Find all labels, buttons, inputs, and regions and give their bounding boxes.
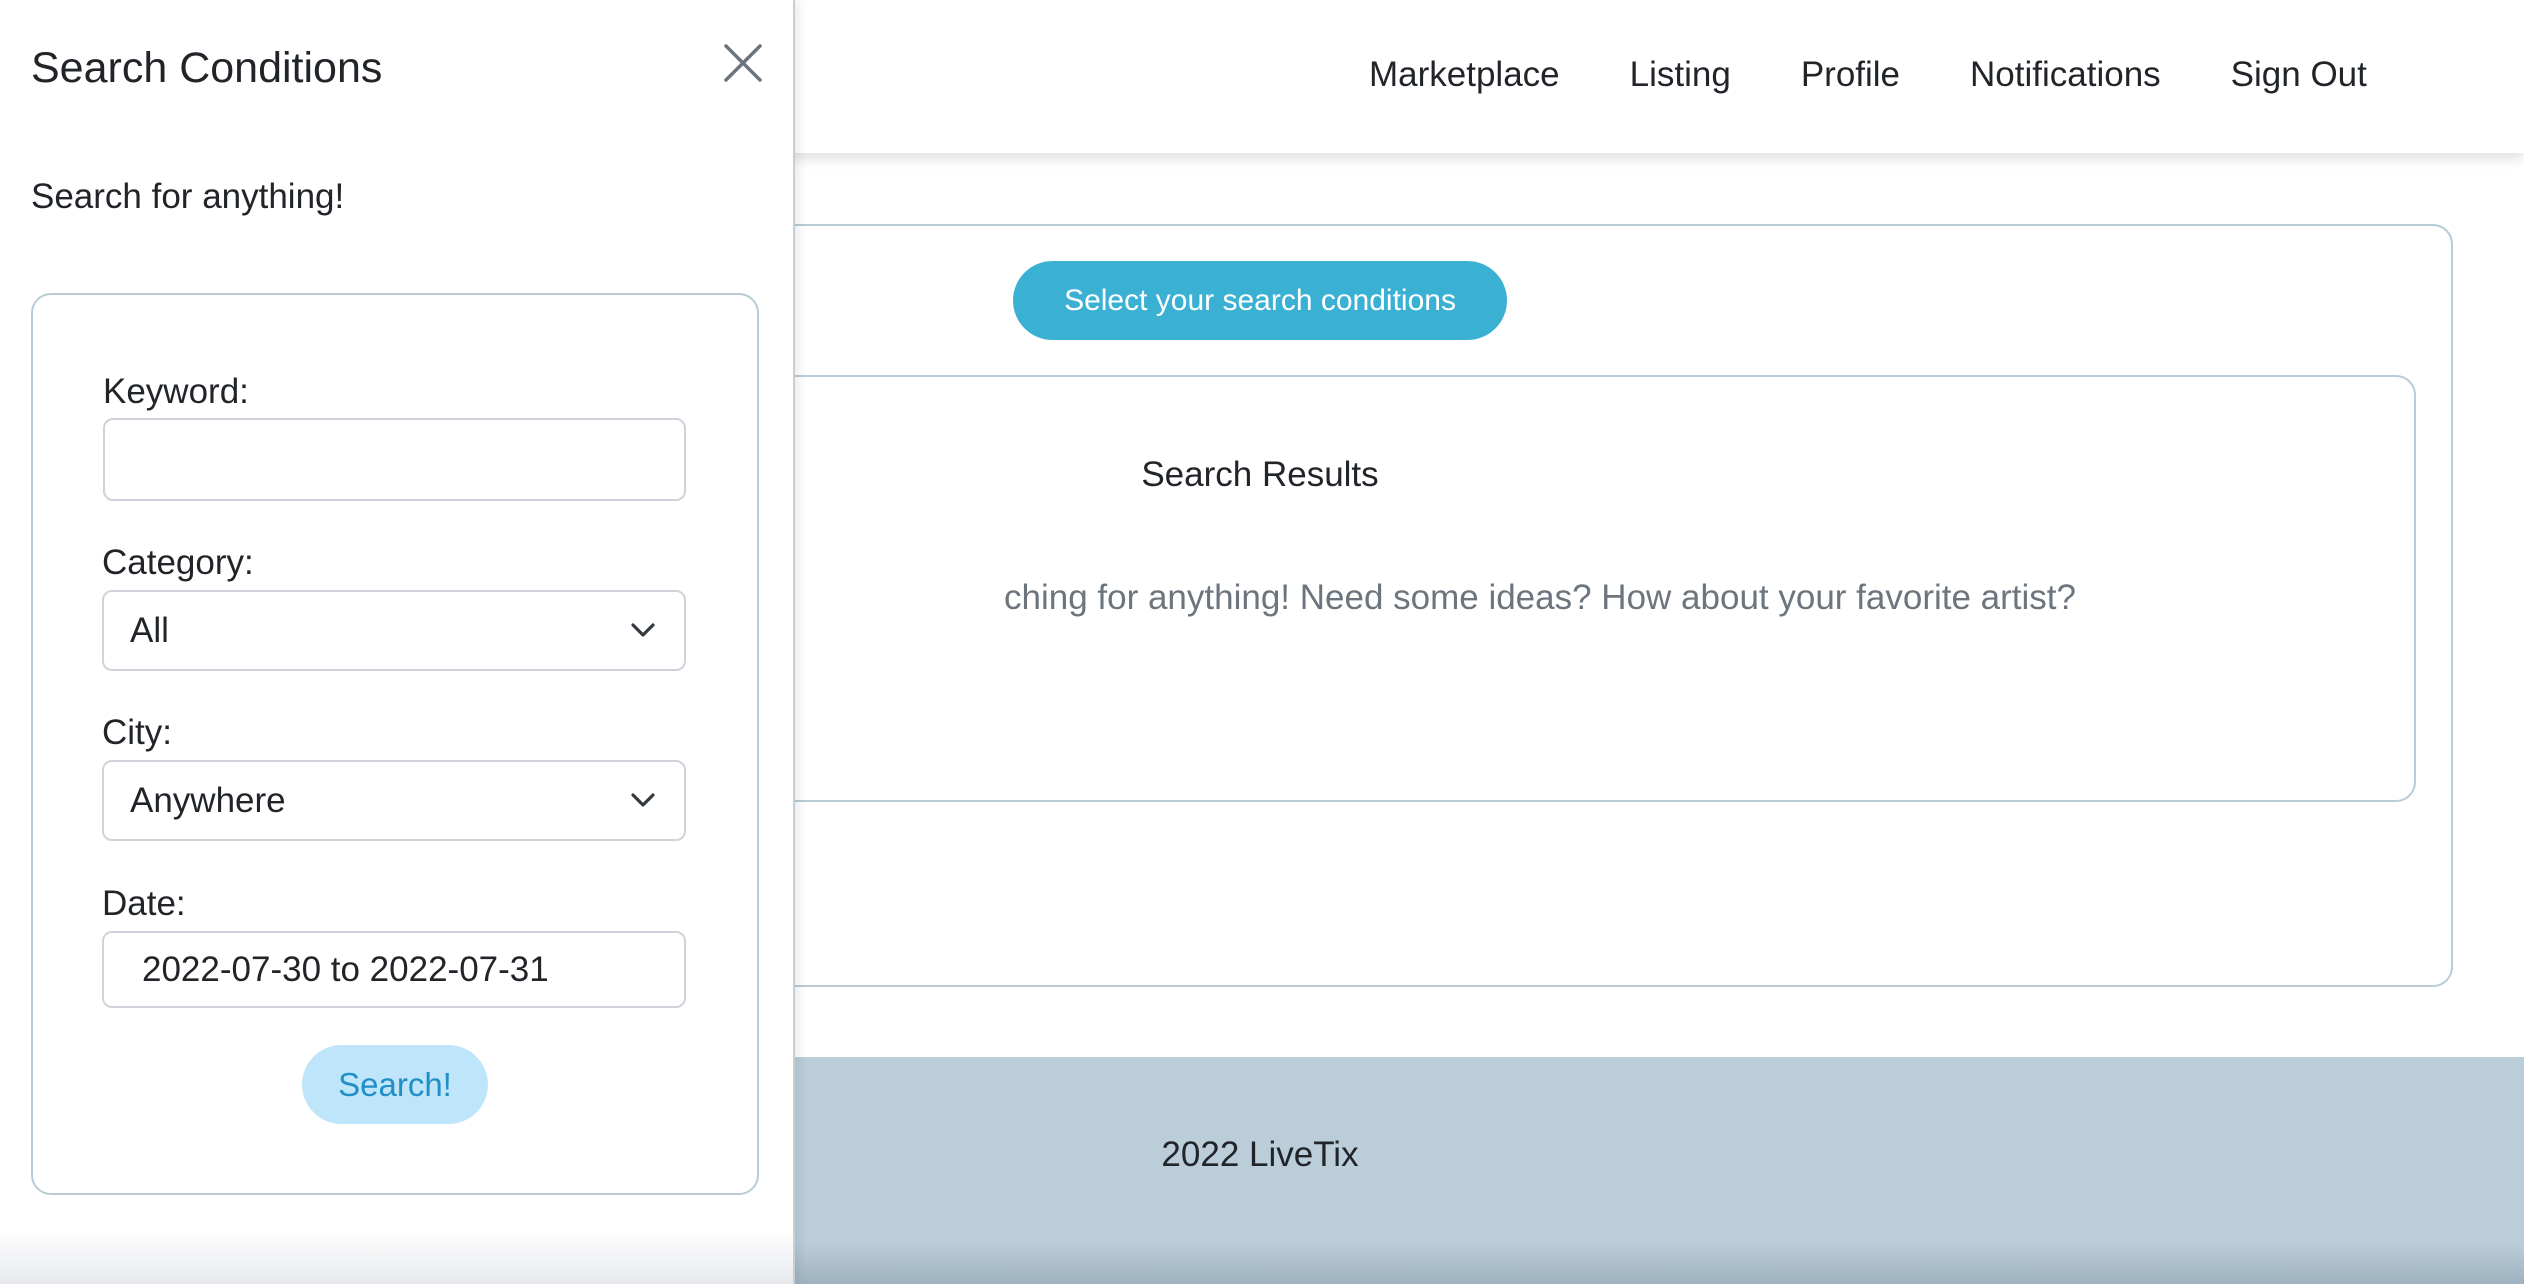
category-select-value: All [130,611,169,650]
category-label: Category: [102,543,254,582]
close-panel-button[interactable] [720,40,766,86]
nav-link-listing[interactable]: Listing [1630,50,1731,100]
select-search-conditions-button[interactable]: Select your search conditions [1013,261,1507,340]
city-label: City: [102,713,172,752]
city-select[interactable]: Anywhere [102,760,686,841]
keyword-input[interactable] [103,418,686,501]
date-label: Date: [102,884,186,923]
panel-title: Search Conditions [31,44,383,92]
close-icon [724,44,762,82]
search-results-hint: ching for anything! Need some ideas? How… [1004,578,2076,617]
chevron-down-icon [631,793,655,807]
search-conditions-panel: Search Conditions Search for anything! K… [0,0,795,1284]
chevron-down-icon [631,623,655,637]
panel-bottom-shadow [0,1230,793,1284]
city-select-value: Anywhere [130,781,286,820]
nav-link-profile[interactable]: Profile [1801,50,1900,100]
category-select[interactable]: All [102,590,686,671]
keyword-label: Keyword: [103,372,249,411]
date-range-input[interactable] [102,931,686,1008]
nav-link-marketplace[interactable]: Marketplace [1369,50,1560,100]
panel-subtitle: Search for anything! [31,177,345,216]
nav-link-notifications[interactable]: Notifications [1970,50,2161,100]
search-submit-button[interactable]: Search! [302,1045,488,1124]
nav-link-sign-out[interactable]: Sign Out [2231,50,2367,100]
nav-links: Marketplace Listing Profile Notification… [1369,50,2367,100]
search-results-title: Search Results [1141,455,1379,494]
